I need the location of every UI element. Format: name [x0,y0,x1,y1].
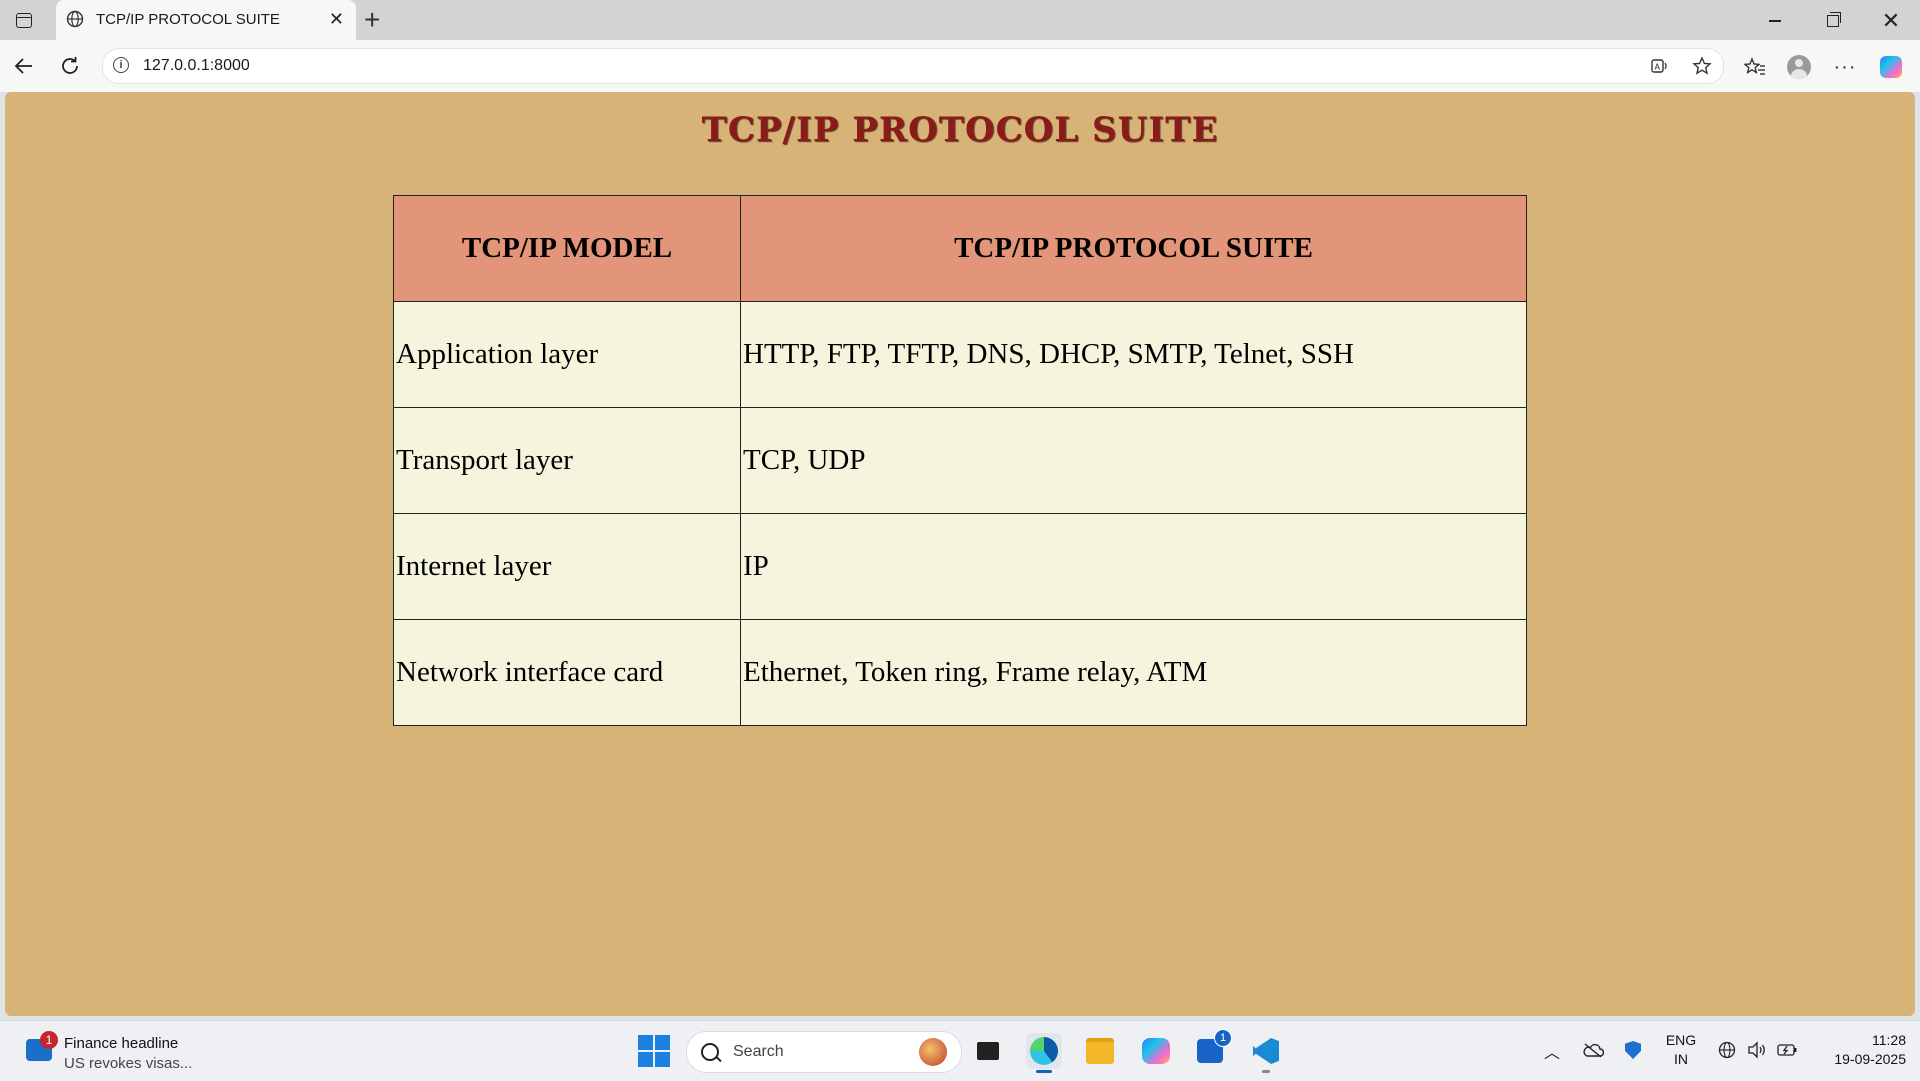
close-tab-button[interactable]: ✕ [329,9,344,29]
read-aloud-icon[interactable]: A [1649,55,1671,77]
table-row: Transport layer TCP, UDP [393,407,1527,514]
task-view-icon[interactable] [970,1033,1006,1069]
browser-toolbar: i 127.0.0.1:8000 A ··· [0,40,1920,92]
clock[interactable]: 11:28 19-09-2025 [1806,1031,1906,1069]
svg-text:A: A [1655,63,1661,72]
language-indicator[interactable]: ENG IN [1660,1031,1702,1069]
header-model: TCP/IP MODEL [393,195,741,302]
store-badge: 1 [1214,1029,1232,1047]
sidebar-icon[interactable] [10,8,38,32]
copilot-app-icon[interactable] [1138,1033,1174,1069]
globe-icon [66,10,84,28]
page-title: TCP/IP PROTOCOL SUITE [701,110,1219,150]
info-icon[interactable]: i [113,57,129,73]
layer-cell: Network interface card [393,619,741,726]
back-arrow-icon [14,58,32,74]
file-explorer-icon[interactable] [1082,1033,1118,1069]
taskbar: 1 Finance headline US revokes visas... S… [0,1020,1920,1081]
widget-badge: 1 [40,1031,58,1049]
restore-button[interactable] [1810,6,1856,36]
table-header-row: TCP/IP MODEL TCP/IP PROTOCOL SUITE [393,195,1527,302]
close-window-button[interactable]: ✕ [1868,6,1914,36]
onedrive-icon[interactable] [1582,1039,1604,1061]
header-suite: TCP/IP PROTOCOL SUITE [740,195,1527,302]
back-button[interactable] [10,52,38,80]
clock-date: 19-09-2025 [1834,1051,1906,1067]
copilot-icon[interactable] [1876,52,1906,82]
store-icon[interactable]: 1 [1192,1029,1232,1069]
layer-cell: Transport layer [393,407,741,514]
network-icon[interactable] [1716,1039,1738,1061]
search-icon [701,1043,719,1061]
vscode-icon[interactable] [1248,1033,1284,1073]
layer-cell: Application layer [393,301,741,408]
widget-subtitle: US revokes visas... [64,1055,193,1072]
url-text[interactable]: 127.0.0.1:8000 [143,57,250,75]
table-row: Application layer HTTP, FTP, TFTP, DNS, … [393,301,1527,408]
favorites-icon[interactable] [1740,52,1770,82]
lang-region: IN [1674,1051,1688,1067]
chevron-up-icon[interactable]: ︿ [1544,1039,1560,1063]
star-icon[interactable] [1691,55,1713,77]
more-icon[interactable]: ··· [1830,52,1860,82]
reload-button[interactable] [56,52,84,80]
reload-icon [62,57,78,74]
protocols-cell: IP [740,513,1527,620]
lang-code: ENG [1665,1032,1697,1048]
volume-icon[interactable] [1746,1039,1768,1061]
edge-icon[interactable] [1026,1033,1062,1073]
tab-title: TCP/IP PROTOCOL SUITE [96,11,280,28]
taskbar-search[interactable]: Search [686,1031,962,1073]
clock-time: 11:28 [1872,1032,1906,1048]
tab-strip: TCP/IP PROTOCOL SUITE ✕ + ✕ [0,0,1920,40]
profile-icon[interactable] [1784,52,1814,82]
protocols-cell: HTTP, FTP, TFTP, DNS, DHCP, SMTP, Telnet… [740,301,1527,408]
search-highlight-icon [919,1038,947,1066]
minimize-button[interactable] [1752,6,1798,36]
search-label: Search [733,1043,784,1060]
battery-icon[interactable] [1776,1039,1798,1061]
protocols-cell: Ethernet, Token ring, Frame relay, ATM [740,619,1527,726]
windows-start-icon[interactable] [638,1035,670,1067]
table-row: Internet layer IP [393,513,1527,620]
layer-cell: Internet layer [393,513,741,620]
table-row: Network interface card Ethernet, Token r… [393,619,1527,726]
new-tab-button[interactable]: + [364,4,380,36]
protocol-table: TCP/IP MODEL TCP/IP PROTOCOL SUITE Appli… [393,195,1527,726]
defender-icon[interactable] [1622,1039,1644,1061]
address-bar[interactable]: i 127.0.0.1:8000 A [102,48,1724,84]
news-widget[interactable]: 1 Finance headline US revokes visas... [22,1031,242,1072]
widget-title: Finance headline [64,1035,179,1052]
page-viewport: TCP/IP PROTOCOL SUITE TCP/IP MODEL TCP/I… [5,92,1915,1016]
protocols-cell: TCP, UDP [740,407,1527,514]
tab-active[interactable]: TCP/IP PROTOCOL SUITE ✕ [56,0,356,40]
